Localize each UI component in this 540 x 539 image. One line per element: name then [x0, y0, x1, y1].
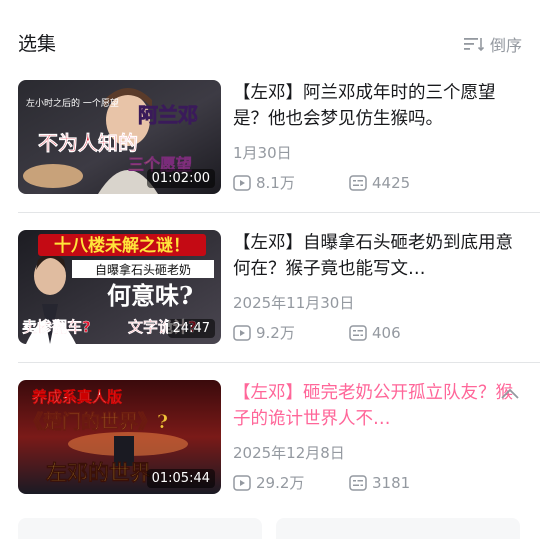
- thumb-caption: 不为人知的: [38, 131, 138, 155]
- thumb-caption: 左小时之后的 一个愿望: [26, 97, 119, 109]
- video-duration: 01:05:44: [146, 469, 215, 488]
- view-count-value: 9.2万: [256, 324, 295, 342]
- section-header: 选集 倒序: [18, 30, 522, 58]
- thumb-caption: 十八楼未解之谜！: [54, 235, 190, 256]
- episode-item[interactable]: 左小时之后的 一个愿望 阿兰邓 不为人知的 三个愿望 01:02:00 【左邓】…: [18, 80, 522, 196]
- view-count: 29.2万: [233, 472, 349, 494]
- view-count-value: 29.2万: [256, 474, 305, 492]
- play-icon: [233, 325, 251, 341]
- episode-date: 1月30日: [233, 144, 292, 162]
- episode-stats: 9.2万 406: [233, 322, 522, 344]
- episode-thumbnail[interactable]: 左小时之后的 一个愿望 阿兰邓 不为人知的 三个愿望 01:02:00: [18, 80, 221, 194]
- episode-stats: 8.1万 4425: [233, 172, 522, 194]
- comment-count-value: 3181: [372, 474, 411, 492]
- divider: [18, 362, 540, 363]
- divider: [18, 212, 540, 213]
- view-count: 9.2万: [233, 322, 349, 344]
- thumb-caption: 《楚门的世界》?: [24, 410, 168, 433]
- comment-count: 3181: [349, 472, 410, 494]
- section-title: 选集: [18, 33, 57, 55]
- episode-stats: 29.2万 3181: [233, 472, 522, 494]
- episode-info: 【左邓】自曝拿石头砸老奶到底用意何在？猴子竟也能写文… 2025年11月30日 …: [233, 230, 522, 346]
- play-icon: [233, 175, 251, 191]
- episode-title[interactable]: 【左邓】自曝拿石头砸老奶到底用意何在？猴子竟也能写文…: [233, 230, 513, 282]
- thumb-caption: 左邓的世界: [46, 460, 151, 485]
- recommend-card[interactable]: [276, 518, 520, 539]
- episode-thumbnail[interactable]: 十八楼未解之谜！ 自曝拿石头砸老奶 何意味? 卖惨翻车? 文字诡计? 24:47: [18, 230, 221, 344]
- video-duration: 01:02:00: [146, 169, 215, 188]
- sort-button[interactable]: 倒序: [463, 30, 522, 58]
- episode-info: 【左邓】砸完老奶公开孤立队友？猴子的诡计世界人不… 2025年12月8日 29.…: [233, 380, 522, 496]
- episode-item-active[interactable]: 养成系真人版 《楚门的世界》? 左邓的世界 01:05:44 【左邓】砸完老奶公…: [18, 380, 522, 496]
- comment-count-value: 406: [372, 324, 401, 342]
- episode-info: 【左邓】阿兰邓成年时的三个愿望是？他也会梦见仿生猴吗。 1月30日 8.1万 4…: [233, 80, 522, 196]
- danmaku-icon: [349, 475, 367, 491]
- thumb-caption: 阿兰邓: [138, 103, 198, 127]
- comment-count-value: 4425: [372, 174, 411, 192]
- episode-item[interactable]: 十八楼未解之谜！ 自曝拿石头砸老奶 何意味? 卖惨翻车? 文字诡计? 24:47…: [18, 230, 522, 346]
- episode-date: 2025年12月8日: [233, 444, 345, 462]
- danmaku-icon: [349, 325, 367, 341]
- episode-thumbnail[interactable]: 养成系真人版 《楚门的世界》? 左邓的世界 01:05:44: [18, 380, 221, 494]
- thumb-caption: 何意味?: [107, 281, 193, 310]
- chevron-up-icon[interactable]: [498, 386, 522, 402]
- comment-count: 406: [349, 322, 401, 344]
- episode-title[interactable]: 【左邓】砸完老奶公开孤立队友？猴子的诡计世界人不…: [233, 380, 513, 432]
- thumb-caption: 卖惨翻车?: [22, 318, 91, 336]
- video-duration: 24:47: [167, 319, 215, 338]
- play-icon: [233, 475, 251, 491]
- episode-date: 2025年11月30日: [233, 294, 355, 312]
- view-count-value: 8.1万: [256, 174, 295, 192]
- thumb-caption: 自曝拿石头砸老奶: [95, 262, 191, 277]
- thumb-caption: 养成系真人版: [31, 388, 122, 406]
- recommend-card[interactable]: [18, 518, 262, 539]
- sort-descending-icon: [463, 38, 484, 52]
- danmaku-icon: [349, 175, 367, 191]
- comment-count: 4425: [349, 172, 410, 194]
- episode-title[interactable]: 【左邓】阿兰邓成年时的三个愿望是？他也会梦见仿生猴吗。: [233, 80, 513, 132]
- view-count: 8.1万: [233, 172, 349, 194]
- sort-label: 倒序: [489, 36, 522, 55]
